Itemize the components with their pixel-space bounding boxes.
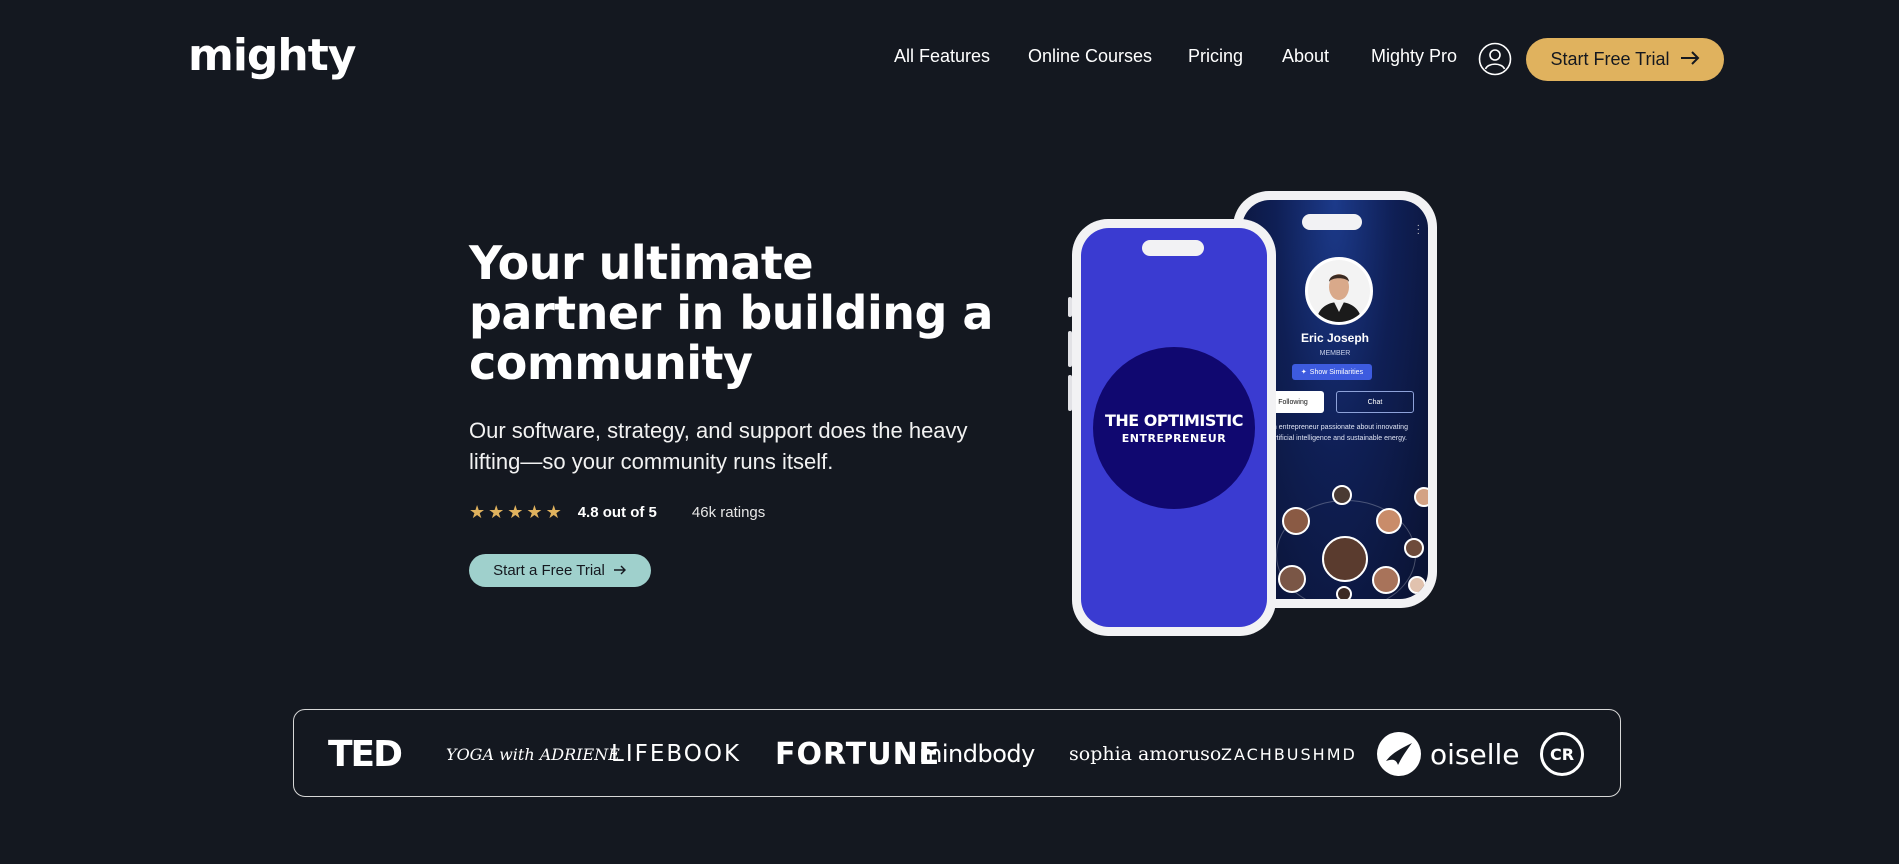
sophia-amoruso-logo: sophia amoruso bbox=[1069, 743, 1222, 765]
profile-avatar bbox=[1305, 257, 1373, 325]
member-avatar bbox=[1282, 507, 1310, 535]
member-avatar bbox=[1372, 566, 1400, 594]
star-icon: ★ bbox=[526, 502, 543, 522]
member-avatar bbox=[1408, 576, 1426, 594]
member-avatar bbox=[1414, 487, 1428, 507]
member-avatar bbox=[1278, 565, 1306, 593]
member-avatar bbox=[1336, 586, 1352, 599]
nav-mighty-pro[interactable]: Mighty Pro bbox=[1371, 46, 1457, 67]
cr-logo: CR bbox=[1540, 710, 1584, 798]
podcast-cover: THE OPTIMISTIC ENTREPRENEUR bbox=[1093, 347, 1255, 509]
fortune-logo: FORTUNE bbox=[775, 736, 941, 772]
member-avatar bbox=[1322, 536, 1368, 582]
arrow-right-icon bbox=[1680, 49, 1700, 70]
phone-notch bbox=[1142, 240, 1204, 256]
show-similarities-label: Show Similarities bbox=[1309, 368, 1364, 376]
member-avatar bbox=[1332, 485, 1352, 505]
podcast-phone-mockup: THE OPTIMISTIC ENTREPRENEUR bbox=[1068, 219, 1276, 636]
phone-side-button bbox=[1068, 297, 1072, 317]
nav-online-courses[interactable]: Online Courses bbox=[1028, 46, 1152, 67]
rating-count: 46k ratings bbox=[691, 503, 766, 521]
nav-about[interactable]: About bbox=[1282, 46, 1329, 67]
phone-notch bbox=[1302, 214, 1362, 230]
zachbushmd-logo: ZACHBUSHMD bbox=[1221, 744, 1357, 764]
sparkle-icon: ✦ bbox=[1300, 369, 1307, 376]
star-rating: ★ ★ ★ ★ ★ bbox=[469, 502, 562, 522]
yoga-with-adriene-logo: YOGA with ADRIENE bbox=[446, 744, 620, 764]
more-options-icon: · · · bbox=[1416, 220, 1420, 239]
podcast-screen: THE OPTIMISTIC ENTREPRENEUR bbox=[1081, 228, 1267, 627]
customer-logos-strip: TED YOGA with ADRIENE LIFEBOOK FORTUNE m… bbox=[293, 709, 1621, 797]
start-free-trial-label: Start Free Trial bbox=[1550, 49, 1670, 69]
cr-logo-mark: CR bbox=[1540, 732, 1584, 776]
profile-bio: Tech entrepreneur passionate about innov… bbox=[1262, 424, 1408, 442]
lifebook-logo: LIFEBOOK bbox=[611, 741, 742, 767]
ted-logo: TED bbox=[328, 733, 403, 775]
hero-subtitle: Our software, strategy, and support does… bbox=[469, 418, 968, 474]
start-free-trial-button[interactable]: Start Free Trial bbox=[1526, 38, 1724, 81]
hero-title: Your ultimate partner in building a comm… bbox=[469, 236, 993, 390]
phone-side-button bbox=[1068, 331, 1072, 367]
phone-side-button bbox=[1068, 375, 1072, 411]
oiselle-logo: oiselle bbox=[1376, 710, 1520, 798]
star-icon: ★ bbox=[488, 502, 505, 522]
star-icon: ★ bbox=[469, 502, 486, 522]
oiselle-wordmark: oiselle bbox=[1430, 737, 1520, 771]
show-similarities-button[interactable]: ✦ Show Similarities bbox=[1292, 364, 1372, 380]
rating-row: ★ ★ ★ ★ ★ 4.8 out of 5 46k ratings bbox=[469, 502, 765, 522]
star-icon: ★ bbox=[507, 502, 524, 522]
member-avatar bbox=[1376, 508, 1402, 534]
user-circle-icon[interactable] bbox=[1478, 42, 1512, 76]
nav-all-features[interactable]: All Features bbox=[894, 46, 990, 67]
chat-button[interactable]: Chat bbox=[1336, 391, 1414, 413]
nav-pricing[interactable]: Pricing bbox=[1188, 46, 1243, 67]
oiselle-bird-icon bbox=[1377, 732, 1421, 776]
podcast-title: THE OPTIMISTIC bbox=[1104, 411, 1244, 430]
arrow-right-icon bbox=[613, 562, 627, 579]
mighty-logo[interactable]: mighty bbox=[188, 30, 356, 81]
star-icon: ★ bbox=[545, 502, 562, 522]
start-a-free-trial-button[interactable]: Start a Free Trial bbox=[469, 554, 651, 587]
start-a-free-trial-label: Start a Free Trial bbox=[493, 562, 605, 579]
mindbody-logo: mindbody bbox=[919, 740, 1035, 768]
member-avatar bbox=[1404, 538, 1424, 558]
podcast-subtitle: ENTREPRENEUR bbox=[1121, 432, 1227, 445]
rating-score: 4.8 out of 5 bbox=[577, 503, 657, 521]
